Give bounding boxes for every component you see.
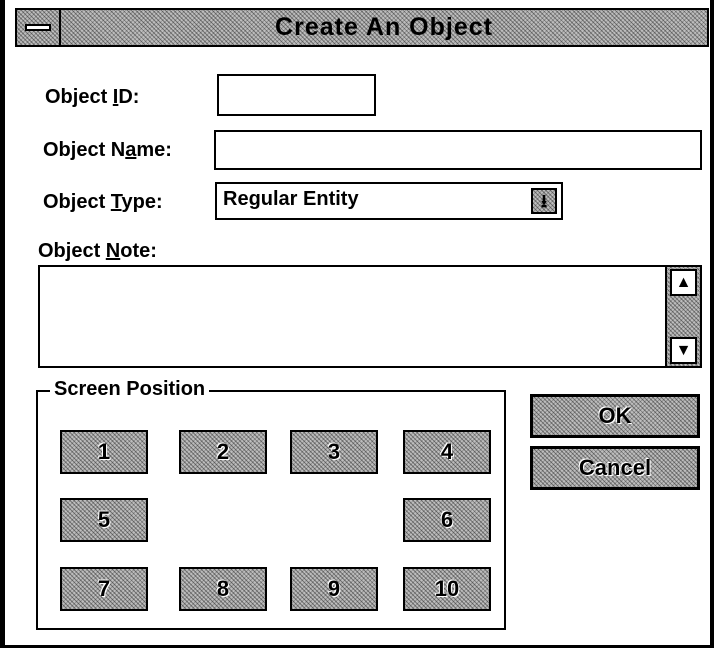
title-bar: Create An Object	[15, 8, 709, 47]
object-type-label: Object Type:	[43, 191, 163, 213]
object-id-input[interactable]	[217, 74, 376, 116]
create-object-dialog: Create An Object Object ID: Object Name:…	[0, 0, 714, 648]
position-button-3[interactable]: 3	[290, 430, 378, 474]
object-name-label: Object Name:	[43, 139, 172, 161]
window-title: Create An Object	[275, 13, 493, 41]
position-button-2[interactable]: 2	[179, 430, 267, 474]
object-note-textarea[interactable]: ▲ ▼	[38, 265, 702, 368]
object-note-label: Object Note:	[38, 240, 157, 262]
note-scrollbar[interactable]: ▲ ▼	[665, 267, 700, 366]
position-button-10[interactable]: 10	[403, 567, 491, 611]
position-button-7[interactable]: 7	[60, 567, 148, 611]
screen-position-label: Screen Position	[50, 378, 210, 401]
scroll-up-arrow-icon[interactable]: ▲	[670, 269, 697, 296]
position-button-1[interactable]: 1	[60, 430, 148, 474]
dropdown-arrow-icon[interactable]: ⭳	[531, 188, 557, 214]
ok-button[interactable]: OK	[530, 394, 700, 438]
position-button-6[interactable]: 6	[403, 498, 491, 542]
system-menu-icon[interactable]	[17, 10, 61, 45]
position-button-4[interactable]: 4	[403, 430, 491, 474]
position-button-9[interactable]: 9	[290, 567, 378, 611]
position-button-5[interactable]: 5	[60, 498, 148, 542]
object-name-input[interactable]	[214, 130, 702, 170]
scroll-down-arrow-icon[interactable]: ▼	[670, 337, 697, 364]
position-button-8[interactable]: 8	[179, 567, 267, 611]
cancel-button[interactable]: Cancel	[530, 446, 700, 490]
object-type-value: Regular Entity	[223, 188, 359, 210]
object-type-select[interactable]: Regular Entity ⭳	[215, 182, 563, 220]
screen-position-group: Screen Position 1 2 3 4 5 6 7 8 9 10	[36, 378, 506, 630]
object-id-label: Object ID:	[45, 86, 140, 108]
system-menu-dash	[25, 24, 51, 31]
